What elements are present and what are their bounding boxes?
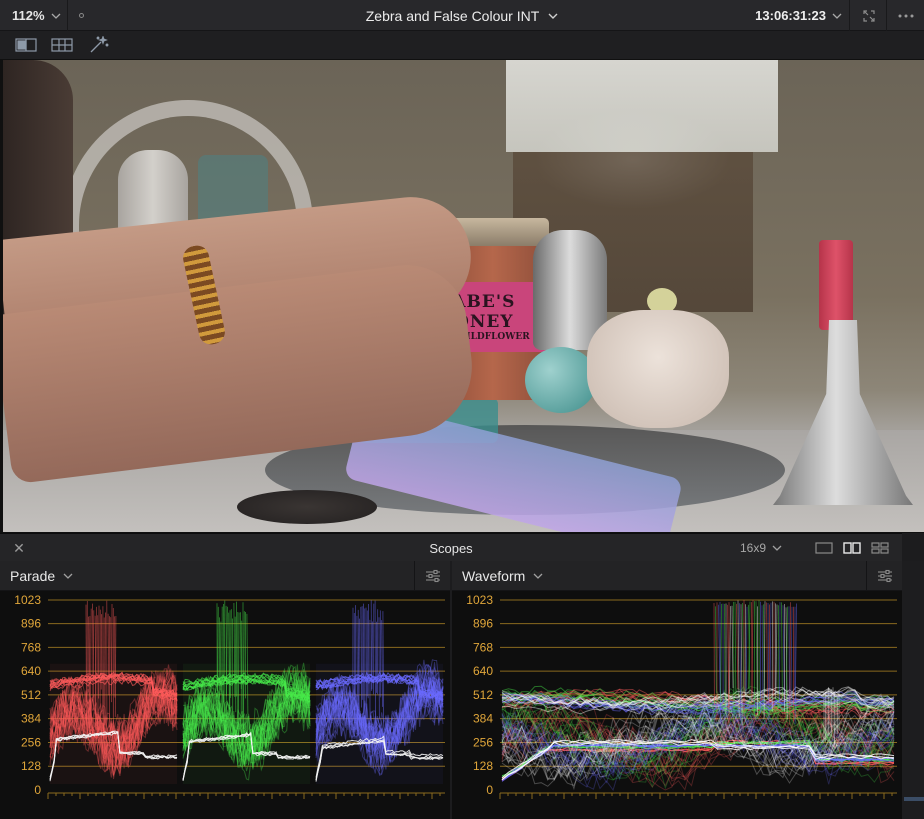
scale-tick-label: 128 bbox=[21, 759, 41, 773]
scale-tick-label: 768 bbox=[21, 640, 41, 654]
chevron-down-icon bbox=[63, 573, 73, 579]
zoom-dropdown[interactable]: 112% bbox=[0, 0, 68, 31]
waveform-spike bbox=[715, 606, 717, 694]
channel-spike bbox=[218, 617, 221, 731]
scale-tick-label: 384 bbox=[21, 712, 41, 726]
zoom-value: 112% bbox=[12, 8, 45, 23]
waveform-spike bbox=[731, 605, 734, 689]
options-dot-icon[interactable] bbox=[70, 0, 92, 31]
chevron-down-icon bbox=[51, 13, 61, 19]
expand-icon[interactable] bbox=[849, 0, 887, 31]
candlestick bbox=[773, 320, 913, 505]
candle bbox=[819, 240, 853, 330]
scope-type-label: Waveform bbox=[462, 568, 526, 584]
scale-tick-label: 0 bbox=[34, 783, 41, 797]
close-icon[interactable]: ✕ bbox=[0, 534, 38, 562]
scope-settings-icon[interactable] bbox=[414, 561, 450, 591]
aspect-ratio-value: 16x9 bbox=[740, 541, 767, 555]
scale-tick-label: 896 bbox=[21, 617, 41, 631]
grid-view-icon[interactable] bbox=[49, 34, 75, 56]
waveform-spike bbox=[775, 604, 778, 689]
magic-wand-icon[interactable] bbox=[86, 34, 112, 56]
waveform-spike bbox=[769, 602, 772, 689]
waveform-spike bbox=[766, 602, 769, 697]
scope-type-dropdown-left[interactable]: Parade bbox=[10, 561, 73, 591]
scopes-header: ✕ Scopes 16x9 bbox=[0, 533, 902, 561]
video-viewer[interactable]: BABE'S HONEY WILDFLOWER bbox=[0, 59, 924, 533]
scale-tick-label: 256 bbox=[21, 735, 41, 749]
quad-layout-icon[interactable] bbox=[868, 539, 892, 557]
waveform-spike bbox=[779, 602, 781, 703]
waveform-spike bbox=[781, 602, 783, 700]
scale-tick-label: 1023 bbox=[466, 593, 493, 607]
scale-tick-label: 896 bbox=[473, 617, 493, 631]
timecode-value: 13:06:31:23 bbox=[755, 8, 826, 23]
scale-tick-label: 256 bbox=[473, 735, 493, 749]
waveform-spike bbox=[742, 602, 745, 692]
dual-layout-icon[interactable] bbox=[840, 539, 864, 557]
waveform-spike bbox=[736, 603, 739, 690]
aspect-ratio-dropdown[interactable]: 16x9 bbox=[740, 534, 782, 562]
clip-title: Zebra and False Colour INT bbox=[365, 7, 540, 24]
scope-settings-icon[interactable] bbox=[866, 561, 902, 591]
chevron-down-icon bbox=[548, 13, 558, 19]
single-layout-icon[interactable] bbox=[812, 539, 836, 557]
waveform-spike bbox=[720, 603, 722, 703]
scale-tick-label: 1023 bbox=[14, 593, 41, 607]
parade-scope-panel: Parade 1023 896 768 640 512 384 256 128 0 bbox=[0, 561, 450, 819]
more-options-icon[interactable] bbox=[886, 0, 924, 31]
scale-tick-label: 0 bbox=[486, 783, 493, 797]
lens-cap bbox=[237, 490, 377, 524]
clip-title-dropdown[interactable]: Zebra and False Colour INT bbox=[366, 8, 559, 24]
waveform-spike bbox=[729, 606, 731, 695]
sugar-bowl bbox=[587, 310, 729, 428]
scope-type-label: Parade bbox=[10, 568, 56, 584]
timecode-dropdown[interactable]: 13:06:31:23 bbox=[748, 0, 848, 31]
scale-tick-label: 384 bbox=[473, 712, 493, 726]
scale-tick-label: 640 bbox=[473, 664, 493, 678]
waveform-spike bbox=[790, 606, 793, 697]
chevron-down-icon bbox=[772, 545, 782, 551]
waveform-graph: 1023 896 768 640 512 384 256 128 0 bbox=[466, 593, 897, 799]
scale-tick-label: 512 bbox=[21, 688, 41, 702]
split-screen-icon[interactable] bbox=[13, 34, 39, 56]
waveform-scope-panel: Waveform 1023 896 768 640 512 384 256 128 0 bbox=[452, 561, 902, 819]
scale-tick-label: 768 bbox=[473, 640, 493, 654]
video-frame: BABE'S HONEY WILDFLOWER bbox=[3, 60, 924, 532]
scale-tick-label: 128 bbox=[473, 759, 493, 773]
scale-tick-label: 512 bbox=[473, 688, 493, 702]
viewer-title-bar: 112% Zebra and False Colour INT 13:06:31… bbox=[0, 0, 924, 31]
waveform-spike bbox=[745, 606, 748, 692]
scale-tick-label: 640 bbox=[21, 664, 41, 678]
viewer-toolbar bbox=[0, 31, 924, 59]
chevron-down-icon bbox=[533, 573, 543, 579]
chevron-down-icon bbox=[832, 13, 842, 19]
side-panel-strip bbox=[902, 561, 924, 819]
scope-type-dropdown-right[interactable]: Waveform bbox=[462, 561, 543, 591]
waveform-spike bbox=[734, 601, 737, 693]
parade-graph: 1023 896 768 640 512 384 256 128 0 bbox=[14, 593, 445, 799]
